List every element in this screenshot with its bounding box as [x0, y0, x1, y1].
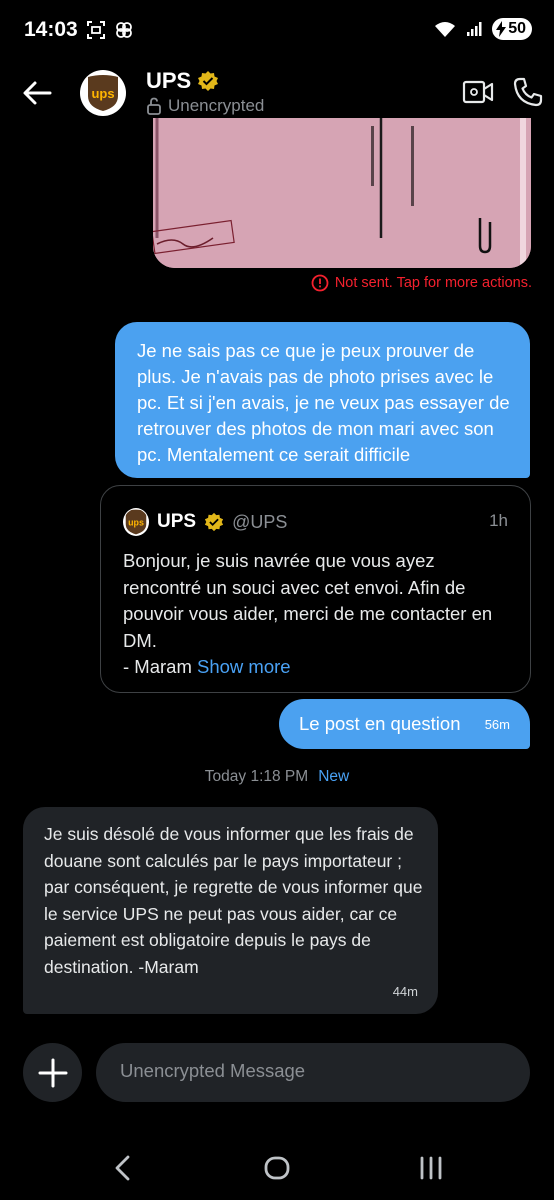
error-icon — [311, 274, 329, 292]
message-text: Je suis désolé de vous informer que les … — [44, 824, 423, 977]
error-text: Not sent. Tap for more actions. — [334, 275, 532, 291]
message-time: 56m — [484, 717, 510, 732]
ups-logo-icon: ups — [123, 508, 149, 536]
post-body: Bonjour, je suis navrée que vous ayez re… — [123, 548, 503, 681]
ups-logo-icon: ups — [88, 75, 118, 111]
send-error-notice[interactable]: Not sent. Tap for more actions. — [311, 274, 532, 292]
date-divider: Today 1:18 PM New — [0, 768, 554, 786]
divider-date: Today 1:18 PM — [204, 768, 309, 785]
wifi-icon — [435, 22, 456, 37]
post-signature: - Maram — [123, 656, 192, 677]
message-text: Je ne sais pas ce que je peux prouver de… — [137, 340, 510, 465]
header-title[interactable]: UPS — [146, 68, 219, 94]
svg-text:ups: ups — [128, 517, 144, 527]
status-icons — [86, 18, 134, 40]
outgoing-message[interactable]: Je ne sais pas ce que je peux prouver de… — [115, 322, 530, 478]
battery-indicator: 50 — [492, 18, 532, 40]
plus-icon — [38, 1058, 67, 1087]
message-time: 44m — [392, 984, 418, 999]
screenshot-icon — [87, 21, 105, 39]
status-right: 50 — [434, 18, 532, 40]
back-arrow-icon[interactable] — [22, 78, 52, 108]
encryption-status: Unencrypted — [146, 96, 264, 116]
add-attachment-button[interactable] — [23, 1043, 82, 1102]
post-author: ups UPS @UPS — [123, 508, 287, 536]
status-time: 14:03 — [24, 18, 78, 41]
video-call-icon[interactable] — [462, 78, 494, 106]
post-time: 1h — [489, 511, 508, 530]
nav-home-icon[interactable] — [264, 1156, 290, 1180]
ups-avatar[interactable]: ups — [80, 70, 126, 116]
pinwheel-icon — [116, 22, 132, 38]
incoming-message[interactable]: Je suis désolé de vous informer que les … — [23, 807, 438, 1014]
image-attachment[interactable] — [153, 118, 531, 268]
new-badge: New — [318, 768, 350, 785]
post-author-name: UPS — [157, 511, 197, 532]
contact-name: UPS — [146, 68, 192, 93]
nav-recents-icon[interactable] — [418, 1155, 444, 1181]
encryption-label: Unencrypted — [168, 96, 265, 115]
document-photo — [153, 118, 531, 268]
signal-icon — [467, 22, 482, 36]
charging-icon — [496, 21, 507, 37]
message-text: Le post en question — [299, 713, 461, 734]
outgoing-message[interactable]: Le post en question 56m — [279, 699, 530, 749]
unlocked-icon — [147, 97, 161, 115]
message-input[interactable] — [118, 1059, 512, 1083]
shared-post-card[interactable]: ups UPS @UPS 1h Bonjour, je suis navrée … — [100, 485, 531, 693]
verified-badge-icon — [198, 71, 219, 91]
battery-level: 50 — [508, 20, 526, 37]
nav-back-icon[interactable] — [112, 1154, 132, 1182]
message-composer[interactable] — [96, 1043, 530, 1102]
post-author-handle: @UPS — [232, 511, 288, 532]
post-text: Bonjour, je suis navrée que vous ayez re… — [123, 550, 493, 651]
svg-text:ups: ups — [91, 86, 114, 101]
verified-badge-icon — [204, 512, 224, 532]
show-more-link[interactable]: Show more — [197, 656, 291, 677]
phone-call-icon[interactable] — [512, 76, 544, 108]
